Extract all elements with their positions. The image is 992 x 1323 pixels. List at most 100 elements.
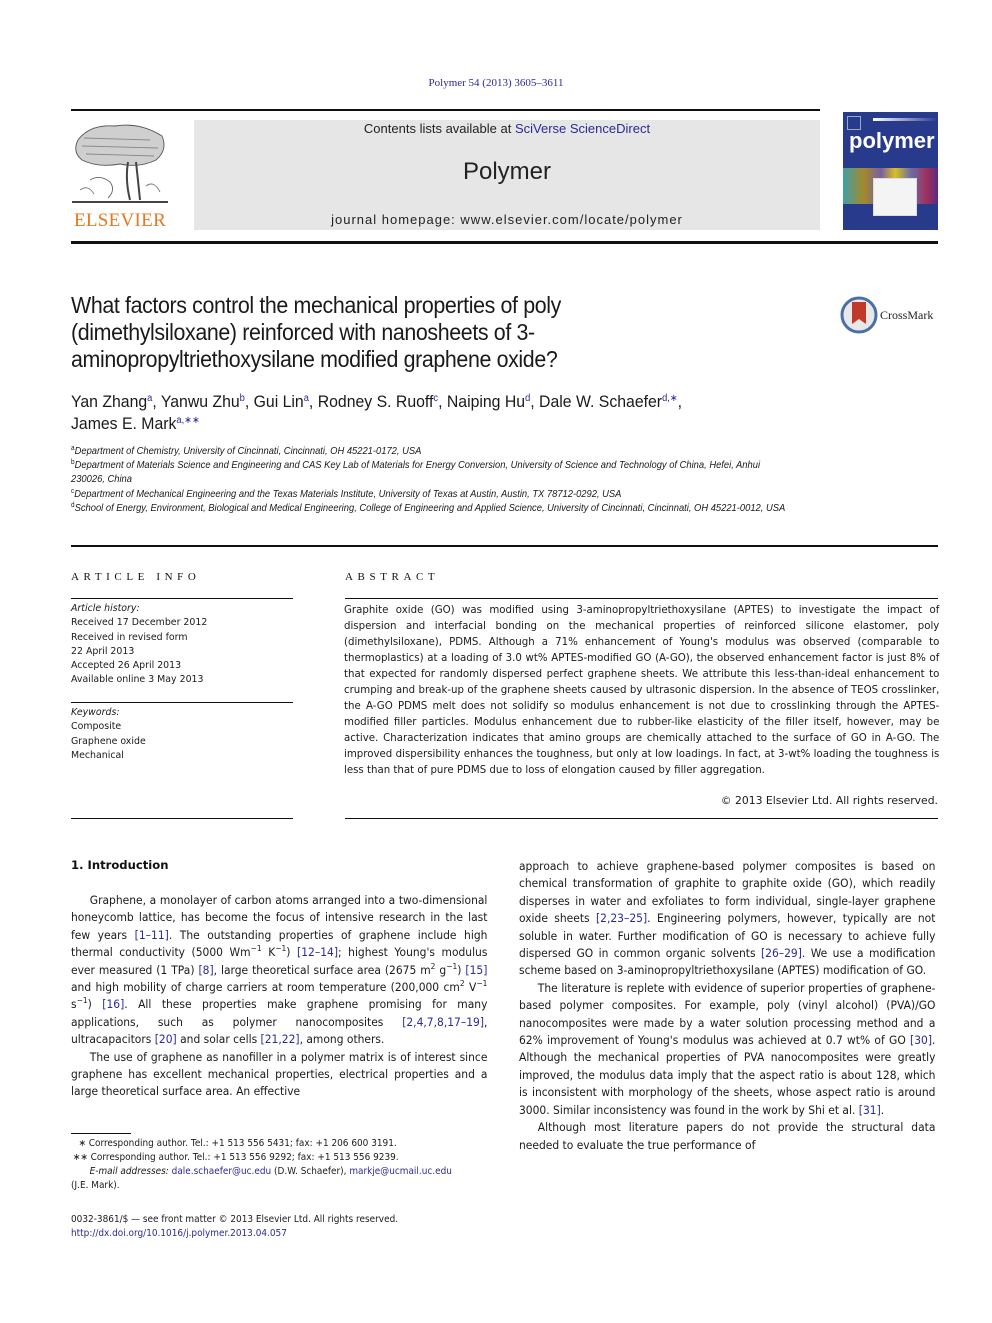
section-rule: [71, 545, 938, 547]
keywords: Keywords: Composite Graphene oxide Mecha…: [71, 706, 297, 763]
footnotes: ∗ Corresponding author. Tel.: +1 513 556…: [71, 1137, 480, 1193]
affiliation: dSchool of Energy, Environment, Biologic…: [71, 502, 789, 516]
paragraph: Although most literature papers do not p…: [519, 1120, 936, 1152]
author-name: Rodney S. Ruoff: [317, 392, 434, 411]
citation-link[interactable]: [20]: [155, 1032, 177, 1046]
affiliation-text: Department of Materials Science and Engi…: [71, 460, 761, 486]
homepage-url-link[interactable]: www.elsevier.com/locate/polymer: [460, 212, 682, 227]
crossmark-button[interactable]: CrossMark: [840, 296, 940, 334]
paragraph: The use of graphene as nanofiller in a p…: [71, 1049, 488, 1099]
citation-link[interactable]: [26–29]: [761, 946, 802, 960]
elsevier-wordmark: ELSEVIER: [73, 210, 167, 231]
keyword[interactable]: Mechanical: [71, 749, 297, 763]
top-rule: [71, 109, 820, 111]
author[interactable]: Dale W. Schaeferd,∗,: [539, 392, 682, 411]
superscript: 2: [459, 979, 465, 989]
author[interactable]: Yanwu Zhub,: [161, 392, 254, 411]
cover-decor-bar: [873, 118, 938, 121]
citation-link[interactable]: [30]: [910, 1033, 932, 1047]
separator: ,: [152, 392, 161, 411]
crossmark-label: CrossMark: [880, 308, 934, 322]
footer: 0032-3861/$ — see front matter © 2013 El…: [71, 1213, 480, 1241]
author-name: Yanwu Zhu: [160, 392, 240, 411]
author-name: James E. Mark: [71, 414, 177, 433]
title-line: (dimethylsiloxane) reinforced with nanos…: [71, 319, 535, 345]
email-link[interactable]: dale.schaefer@uc.edu: [172, 1166, 272, 1177]
abstract-bottom-rule: [345, 818, 938, 819]
right-column: approach to achieve graphene-based polym…: [519, 858, 935, 1154]
citation-link[interactable]: [15]: [465, 963, 487, 977]
homepage-prefix: journal homepage:: [331, 212, 461, 227]
article-info-bottom-rule: [71, 818, 293, 819]
author[interactable]: Gui Lina,: [254, 392, 318, 411]
keyword[interactable]: Composite: [71, 720, 297, 734]
section-heading-introduction: 1. Introduction: [71, 858, 169, 872]
footnote-corresponding-1: ∗ Corresponding author. Tel.: +1 513 556…: [78, 1138, 397, 1149]
journal-name: Polymer: [462, 158, 552, 185]
history-item: Received 17 December 2012: [71, 617, 208, 629]
article-info-rule: [71, 598, 293, 599]
email-link[interactable]: markje@ucmail.uc.edu: [349, 1166, 452, 1177]
crossmark-icon: [840, 296, 878, 334]
author[interactable]: James E. Marka,∗∗: [71, 414, 200, 433]
cover-title: polymer: [849, 128, 935, 153]
journal-cover-image[interactable]: polymer: [843, 112, 938, 230]
citation-link[interactable]: [2,4,7,8,17–19]: [402, 1015, 484, 1029]
journal-homepage: journal homepage: www.elsevier.com/locat…: [194, 212, 820, 227]
title-line: What factors control the mechanical prop…: [71, 292, 561, 318]
author-name: Gui Lin: [253, 392, 304, 411]
keywords-label: Keywords:: [71, 707, 120, 718]
citation-link[interactable]: [8]: [198, 963, 213, 977]
history-item: Received in revised form: [71, 631, 188, 643]
contents-prefix: Contents lists available at: [363, 121, 515, 136]
author[interactable]: Rodney S. Ruoffc,: [318, 392, 447, 411]
journal-citation-link[interactable]: Polymer 54 (2013) 3605–3611: [0, 77, 992, 89]
separator: ,: [677, 392, 683, 411]
affiliation-ref[interactable]: d,∗: [662, 393, 678, 404]
keyword[interactable]: Graphene oxide: [71, 735, 297, 749]
affiliation-text: School of Energy, Environment, Biologica…: [74, 502, 786, 514]
citation-link[interactable]: [31]: [859, 1103, 881, 1117]
header-rule: [71, 241, 938, 244]
affiliation: cDepartment of Mechanical Engineering an…: [71, 488, 789, 502]
left-column: Graphene, a monolayer of carbon atoms ar…: [71, 892, 487, 1101]
contents-line: Contents lists available at SciVerse Sci…: [194, 121, 820, 136]
superscript: −1: [275, 944, 287, 954]
footnote-corresponding-2: ∗∗ Corresponding author. Tel.: +1 513 55…: [72, 1152, 399, 1163]
citation-link[interactable]: [21,22]: [261, 1032, 300, 1046]
abstract-text: Graphite oxide (GO) was modified using 3…: [344, 603, 940, 776]
author[interactable]: Naiping Hud,: [447, 392, 539, 411]
abstract-rule: [345, 598, 938, 599]
author[interactable]: Yan Zhanga,: [71, 392, 161, 411]
doi-link[interactable]: http://dx.doi.org/10.1016/j.polymer.2013…: [71, 1228, 287, 1239]
email-owner: (J.E. Mark).: [71, 1180, 120, 1191]
citation-link[interactable]: [2,23–25]: [596, 911, 647, 925]
paragraph: approach to achieve graphene-based polym…: [519, 859, 936, 978]
affiliation-ref[interactable]: a,∗∗: [176, 415, 199, 426]
journal-masthead: Contents lists available at SciVerse Sci…: [194, 120, 820, 230]
superscript: −1: [250, 944, 262, 954]
sciencedirect-link[interactable]: SciVerse ScienceDirect: [515, 121, 650, 136]
author-name: Naiping Hu: [446, 392, 526, 411]
separator: ,: [308, 392, 318, 411]
paragraph: The literature is replete with evidence …: [519, 980, 936, 1117]
affiliations: aDepartment of Chemistry, University of …: [71, 445, 789, 516]
footnote-emails: E-mail addresses: dale.schaefer@uc.edu (…: [71, 1165, 480, 1179]
superscript: −1: [446, 961, 458, 971]
separator: ,: [438, 392, 447, 411]
elsevier-logo[interactable]: ELSEVIER: [70, 120, 170, 232]
affiliation: aDepartment of Chemistry, University of …: [71, 445, 789, 459]
article-info-heading: ARTICLE INFO: [71, 571, 201, 583]
affiliation-text: Department of Chemistry, University of C…: [74, 446, 422, 457]
history-item: 22 April 2013: [71, 645, 135, 657]
cover-figure-panel: [873, 178, 917, 216]
citation-link[interactable]: [1–11]: [135, 928, 169, 942]
citation-link[interactable]: [16]: [102, 997, 124, 1011]
elsevier-tree-icon: [72, 124, 168, 203]
citation-link[interactable]: [12–14]: [297, 945, 338, 959]
email-owner: (D.W. Schaefer),: [271, 1166, 350, 1177]
history-label: Article history:: [71, 603, 140, 614]
paragraph: Graphene, a monolayer of carbon atoms ar…: [71, 893, 488, 1047]
footnote-rule: [71, 1133, 131, 1134]
author-list: Yan Zhanga, Yanwu Zhub, Gui Lina, Rodney…: [71, 391, 815, 435]
